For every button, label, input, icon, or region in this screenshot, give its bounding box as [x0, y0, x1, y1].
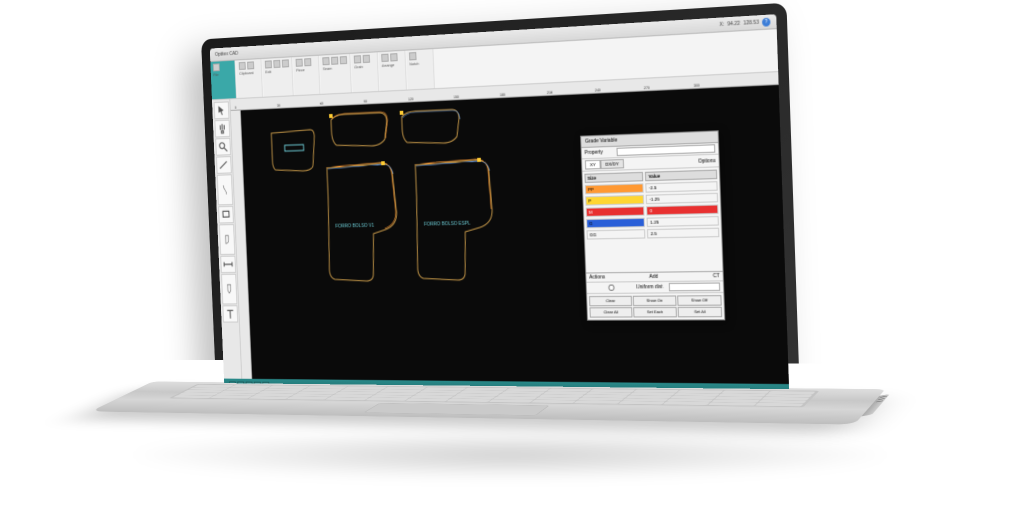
- btn-clear[interactable]: Clear: [589, 296, 632, 307]
- uniform-val[interactable]: [669, 282, 720, 291]
- panel-title: Grade Variable: [581, 131, 718, 148]
- workspace: const d=JSON.parse(document.getElementBy…: [212, 72, 789, 384]
- coords-y: 128.53: [743, 19, 759, 26]
- grade-table: SizeValue PP-2.5 P-1.25 M0 G1.25 GG2.5: [582, 167, 721, 241]
- tool-line[interactable]: [216, 156, 232, 174]
- table-row[interactable]: G1.25: [586, 216, 719, 228]
- app-window: Optitex CAD X: 94.22 128.53 ? File: [210, 14, 790, 399]
- ribbon-group-clipboard[interactable]: Clipboard: [236, 59, 263, 98]
- actions-label: Actions: [589, 274, 630, 281]
- table-row[interactable]: GG2.5: [587, 228, 720, 240]
- prop-input[interactable]: [616, 144, 715, 156]
- pattern-label-2: FORRO BOLSO ESPL: [424, 221, 471, 228]
- screen-bezel: Optitex CAD X: 94.22 128.53 ? File: [201, 3, 800, 410]
- ribbon-group-file[interactable]: File: [210, 61, 237, 100]
- ribbon-group-arrange[interactable]: Arrange: [379, 51, 407, 91]
- tool-zoom[interactable]: [215, 138, 231, 156]
- pattern-piece-2[interactable]: [326, 109, 394, 151]
- btn-show-on[interactable]: Show On: [633, 295, 677, 306]
- tool-rect[interactable]: [218, 206, 234, 224]
- table-row[interactable]: M0: [586, 204, 719, 217]
- tool-shape[interactable]: [219, 224, 235, 255]
- trackpad: [363, 403, 549, 416]
- pattern-label-1: FORRO BOLSO V1: [335, 223, 374, 230]
- tool-measure[interactable]: [220, 256, 236, 273]
- uniform-checkbox[interactable]: [590, 284, 634, 291]
- pattern-piece-5[interactable]: [408, 154, 505, 286]
- ribbon-group-seam[interactable]: Seam: [320, 54, 352, 94]
- btn-show-off[interactable]: Show Off: [677, 295, 722, 306]
- tool-pan[interactable]: [214, 120, 230, 138]
- pattern-piece-3[interactable]: [397, 106, 467, 149]
- pattern-piece-1[interactable]: [267, 126, 320, 177]
- btn-set-each[interactable]: Set Each: [633, 307, 677, 318]
- tool-select[interactable]: [214, 101, 230, 119]
- ribbon-group-edit[interactable]: Edit: [262, 57, 293, 96]
- col-size: Size: [584, 172, 643, 183]
- uniform-label: Uniform dist.: [636, 284, 666, 290]
- laptop-side: [861, 394, 889, 416]
- tool-text[interactable]: [222, 305, 238, 322]
- add-label: Add: [633, 274, 675, 281]
- tool-curve[interactable]: [217, 174, 233, 205]
- col-value: Value: [645, 170, 717, 182]
- table-row[interactable]: P-1.25: [585, 193, 718, 206]
- table-row[interactable]: PP-2.5: [585, 181, 718, 194]
- tool-piece[interactable]: [221, 274, 237, 305]
- coords-label: X:: [719, 21, 724, 28]
- panel-tab-xy[interactable]: XY: [585, 160, 601, 170]
- canvas-area[interactable]: const d=JSON.parse(document.getElementBy…: [230, 72, 789, 384]
- help-icon[interactable]: ?: [762, 17, 771, 26]
- ribbon-group-grain[interactable]: Grain: [351, 52, 379, 92]
- ct-label: CT: [677, 273, 719, 280]
- ribbon-group-piece[interactable]: Piece: [293, 56, 320, 96]
- coords-x: 94.22: [727, 20, 740, 27]
- grade-panel[interactable]: Grade Variable Property XY DX/DY: [580, 130, 725, 320]
- btn-set-all[interactable]: Set All: [678, 307, 723, 318]
- prop-label: Property: [585, 149, 614, 156]
- laptop-mockup: for(let i=0;i<75;i++)document.write('<di…: [172, 12, 878, 503]
- panel-options-btn[interactable]: Options: [698, 157, 716, 164]
- ribbon-group-notch[interactable]: Notch: [406, 49, 435, 89]
- app-title: Optitex CAD: [215, 50, 238, 57]
- canvas[interactable]: FORRO BOLSO V1 FORRO BOLSO ESPL: [241, 85, 789, 384]
- panel-tab-dxdy[interactable]: DX/DY: [600, 159, 623, 169]
- btn-clear-all[interactable]: Clear All: [589, 307, 632, 317]
